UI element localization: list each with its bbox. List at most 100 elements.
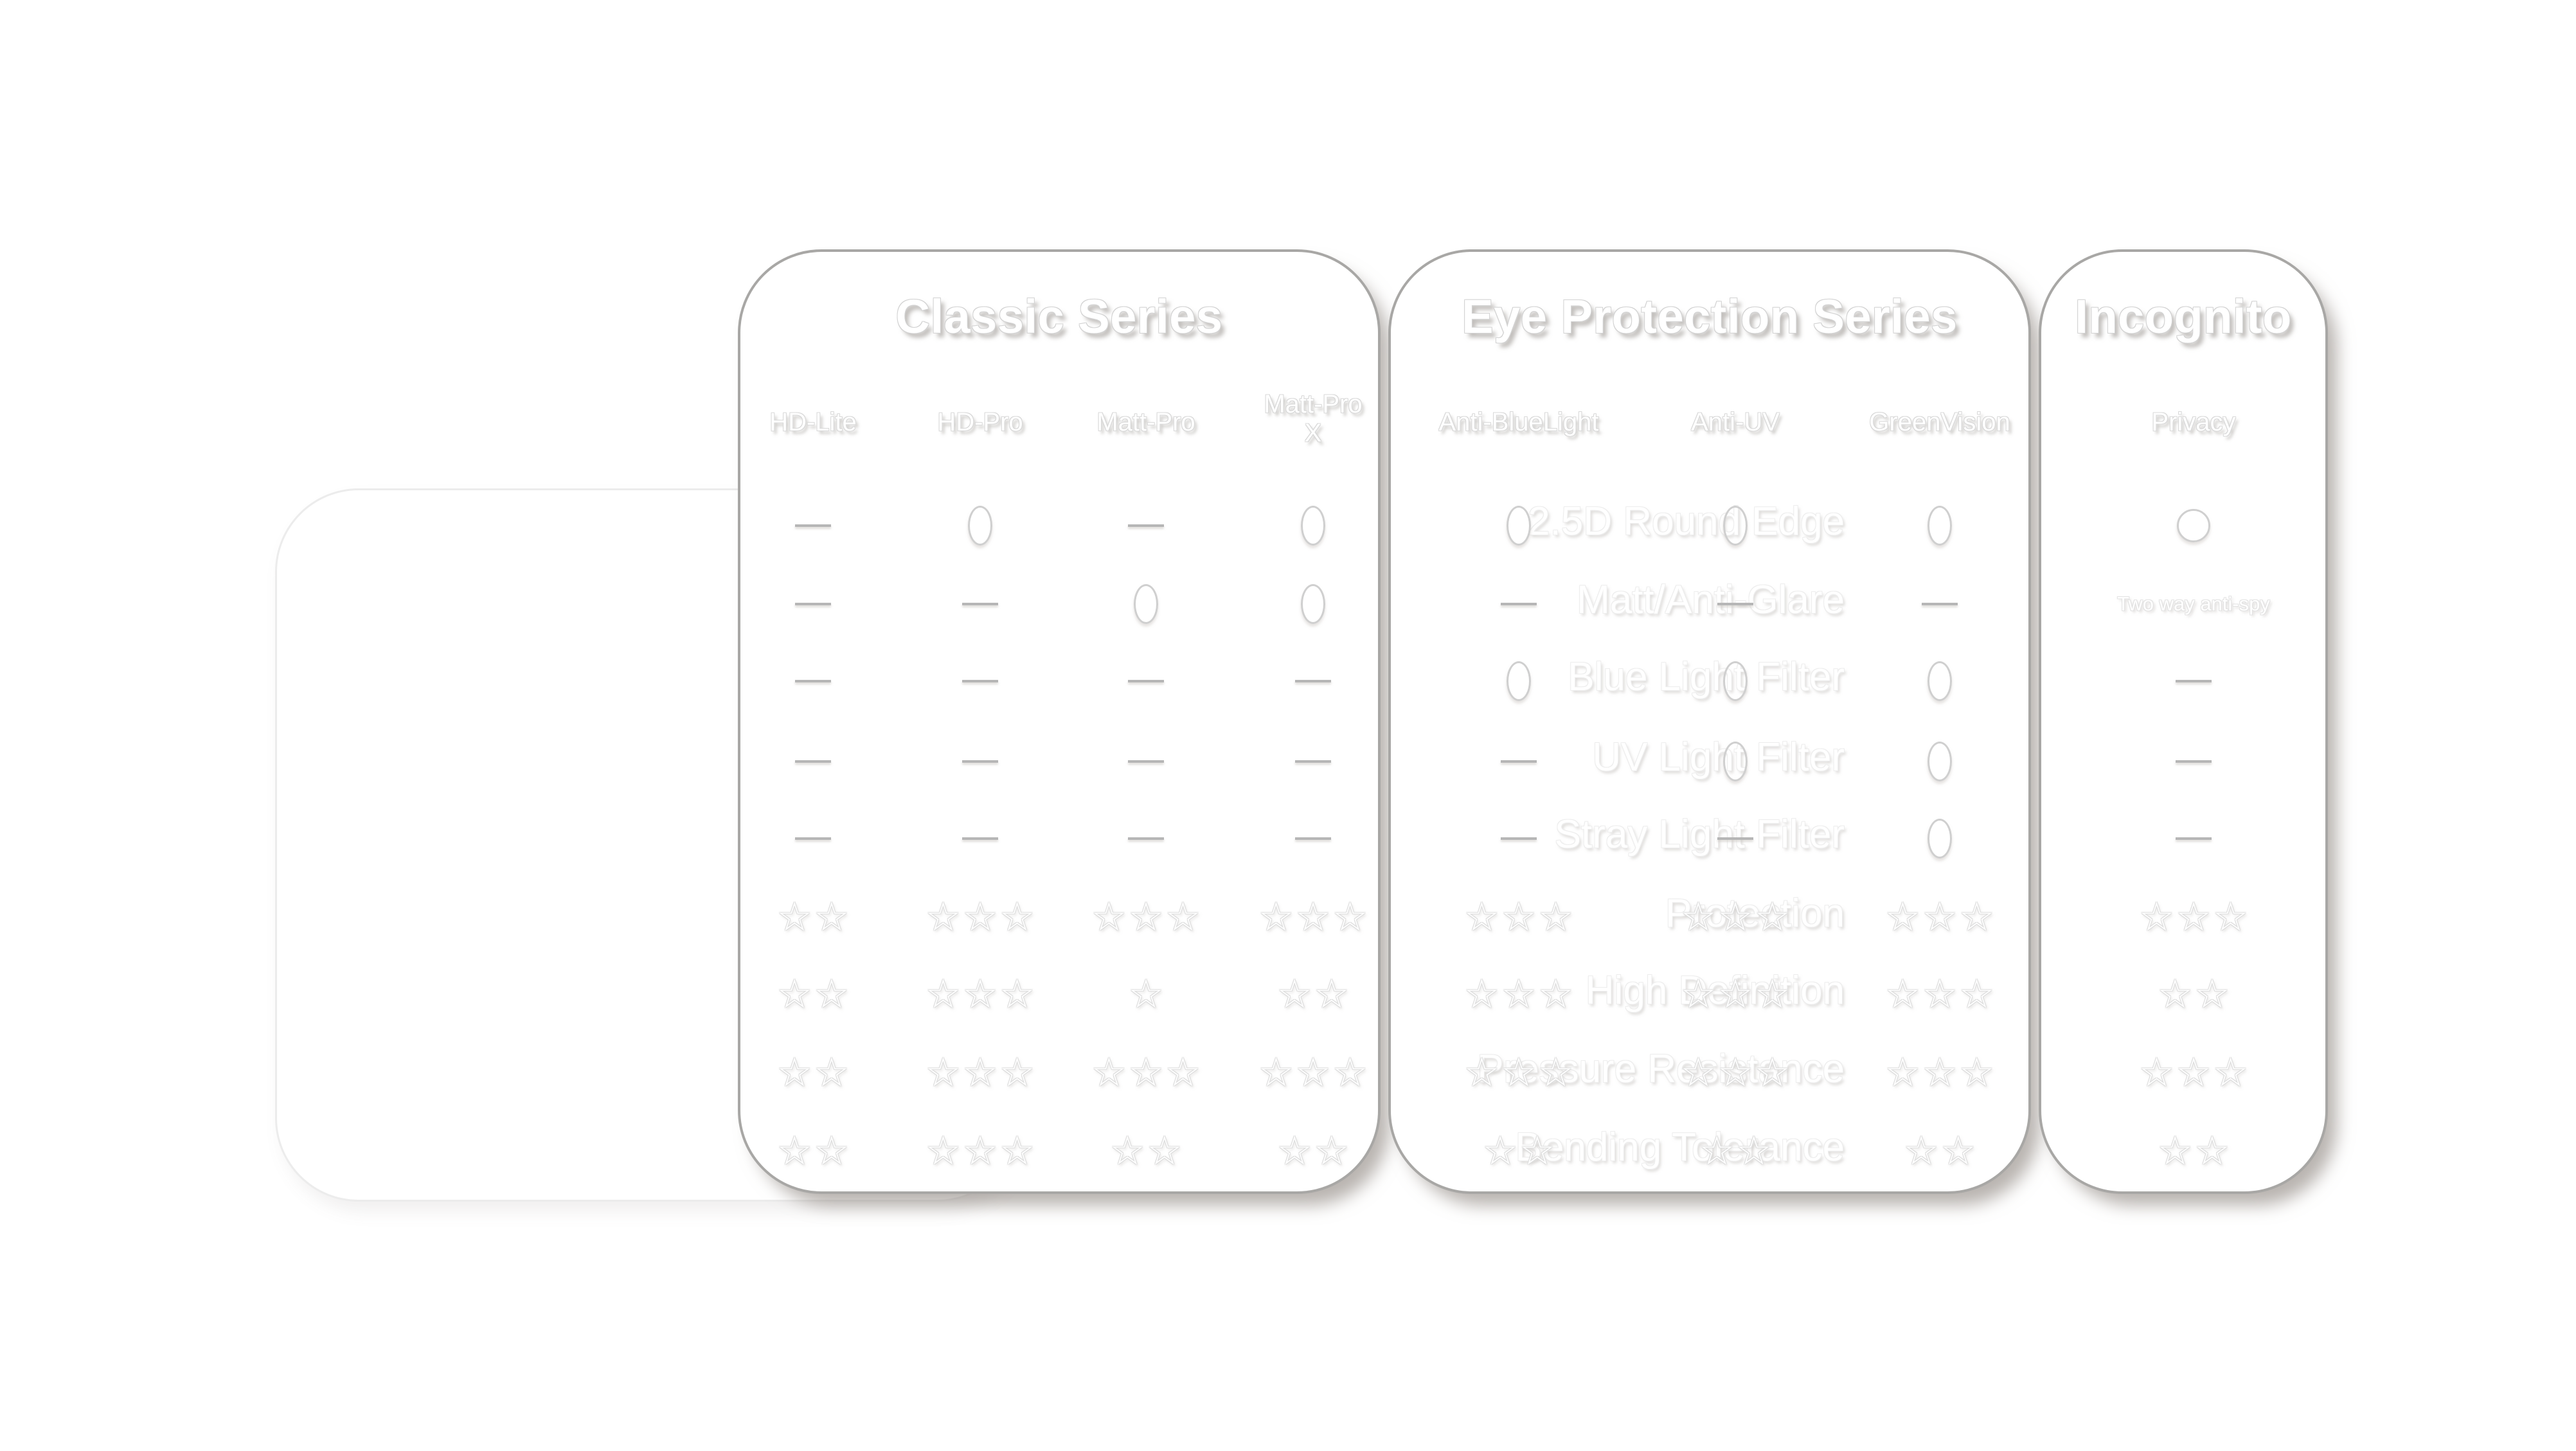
star-icon: ☆ — [925, 1129, 962, 1173]
row-label-blue-light-filter: Blue Light Filter — [1568, 655, 1845, 699]
star-icon: ☆ — [1482, 1129, 1518, 1173]
series-title-classic: Classic Series — [895, 290, 1223, 343]
star-icon: ☆ — [925, 972, 962, 1017]
dash-icon — [1717, 602, 1753, 605]
star-icon: ☆ — [1276, 1129, 1312, 1173]
cell-note-text: Two way anti-spy — [2117, 592, 2270, 615]
cell-not-supported — [1295, 675, 1331, 687]
cell-rating: ☆☆☆ — [1463, 975, 1575, 1015]
cell-rating: ☆☆ — [1902, 1132, 1976, 1171]
star-icon: ☆ — [1091, 1051, 1127, 1095]
dash-icon — [1128, 760, 1164, 763]
star-icon: ☆ — [776, 1051, 812, 1095]
column-header-greenvision[interactable]: GreenVision — [1811, 408, 2068, 437]
cell-not-supported — [962, 756, 998, 767]
dash-icon — [2176, 679, 2212, 682]
star-icon: ☆ — [1537, 1051, 1574, 1095]
cell-not-supported — [795, 756, 831, 767]
star-icon: ☆ — [1332, 1051, 1368, 1095]
cell-supported — [1507, 506, 1531, 546]
star-icon: ☆ — [1903, 1129, 1939, 1173]
cell-supported — [1928, 819, 1952, 859]
star-icon: ☆ — [2212, 1051, 2249, 1095]
series-title-incognito: Incognito — [2075, 290, 2292, 343]
star-icon: ☆ — [1295, 1051, 1331, 1095]
star-icon: ☆ — [1501, 972, 1537, 1017]
cell-not-supported — [1501, 756, 1537, 767]
cell-rating: ☆☆☆ — [1463, 1053, 1575, 1093]
cell-supported — [1301, 584, 1325, 624]
star-icon: ☆ — [1754, 972, 1791, 1017]
series-title-eye-protection: Eye Protection Series — [1462, 290, 1958, 343]
column-header-privacy[interactable]: Privacy — [2065, 408, 2322, 437]
cell-not-supported — [795, 598, 831, 610]
star-icon: ☆ — [2212, 895, 2249, 939]
star-icon: ☆ — [962, 895, 998, 939]
star-icon: ☆ — [1537, 895, 1574, 939]
dash-icon — [962, 602, 998, 605]
star-icon: ☆ — [1463, 1051, 1500, 1095]
star-icon: ☆ — [1314, 1129, 1350, 1173]
star-icon: ☆ — [1958, 972, 1995, 1017]
star-icon: ☆ — [1680, 895, 1717, 939]
star-icon: ☆ — [999, 895, 1035, 939]
cell-supported — [1928, 742, 1952, 781]
star-icon: ☆ — [2138, 895, 2175, 939]
star-icon: ☆ — [1736, 1129, 1772, 1173]
cell-not-supported — [1128, 520, 1164, 531]
dash-icon — [1128, 524, 1164, 527]
star-icon: ☆ — [1295, 895, 1331, 939]
star-icon: ☆ — [776, 895, 812, 939]
cell-not-supported — [795, 520, 831, 531]
cell-rating: ☆☆ — [2156, 1132, 2230, 1171]
cell-supported — [1301, 506, 1325, 546]
cell-rating: ☆☆☆ — [1258, 898, 1369, 938]
star-icon: ☆ — [1128, 972, 1164, 1017]
circle-icon — [2177, 509, 2210, 542]
star-icon: ☆ — [1276, 972, 1312, 1017]
cell-not-supported — [1717, 598, 1753, 610]
row-label-2-5d-round-edge: 2.5D Round Edge — [1528, 499, 1845, 544]
star-icon: ☆ — [1717, 895, 1753, 939]
cell-not-supported — [1717, 833, 1753, 844]
star-icon: ☆ — [1958, 1051, 1995, 1095]
star-icon: ☆ — [962, 1129, 998, 1173]
cell-not-supported — [1501, 598, 1537, 610]
cell-supported — [1928, 506, 1952, 546]
star-icon: ☆ — [814, 1129, 850, 1173]
dash-icon — [1501, 837, 1537, 840]
star-icon: ☆ — [1717, 1051, 1753, 1095]
star-icon: ☆ — [1884, 895, 1921, 939]
cell-rating: ☆☆ — [776, 1053, 850, 1093]
dash-icon — [1295, 760, 1331, 763]
dash-icon — [795, 679, 831, 682]
cell-rating: ☆☆ — [1481, 1132, 1555, 1171]
cell-rating: ☆☆☆ — [1091, 898, 1202, 938]
star-icon: ☆ — [1332, 895, 1368, 939]
star-icon: ☆ — [814, 895, 850, 939]
cell-rating: ☆☆ — [776, 975, 850, 1015]
cell-supported — [1507, 661, 1531, 701]
cell-supported — [1723, 506, 1748, 546]
circle-icon — [1928, 819, 1952, 859]
star-icon: ☆ — [1754, 895, 1791, 939]
star-icon: ☆ — [814, 1051, 850, 1095]
row-label-uv-light-filter: UV Light Filter — [1592, 735, 1845, 779]
dash-icon — [795, 602, 831, 605]
star-icon: ☆ — [1165, 895, 1201, 939]
dash-icon — [1501, 602, 1537, 605]
star-icon: ☆ — [962, 1051, 998, 1095]
cell-rating: ☆☆ — [1276, 975, 1350, 1015]
cell-not-supported — [2176, 833, 2212, 844]
cell-supported — [1928, 661, 1952, 701]
row-label-bending-tolerance: Bending Tolerance — [1515, 1125, 1845, 1170]
cell-not-supported — [962, 598, 998, 610]
cell-rating: ☆☆☆ — [2138, 898, 2250, 938]
circle-icon — [968, 506, 992, 546]
star-icon: ☆ — [776, 972, 812, 1017]
dash-icon — [795, 837, 831, 840]
circle-icon — [1723, 661, 1748, 701]
star-icon: ☆ — [1754, 1051, 1791, 1095]
star-icon: ☆ — [1314, 972, 1350, 1017]
star-icon: ☆ — [999, 1051, 1035, 1095]
